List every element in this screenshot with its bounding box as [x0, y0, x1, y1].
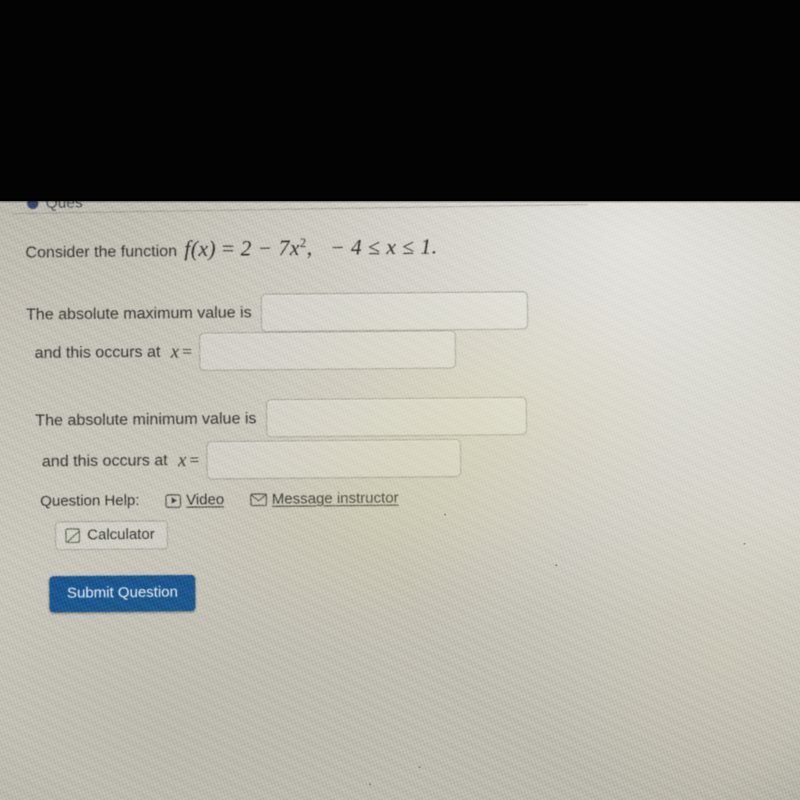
question-panel: Ques Consider the function f(x) = 2 − 7x… — [0, 187, 800, 800]
absolute-maximum-x-row: and this occurs at x = — [34, 330, 457, 372]
envelope-icon — [250, 493, 267, 507]
prompt-text: Consider the function — [25, 242, 178, 262]
absolute-maximum-row: The absolute maximum value is — [25, 291, 529, 334]
message-instructor-label: Message instructor — [271, 490, 399, 508]
video-help-label: Video — [186, 491, 225, 509]
absolute-maximum-x-input[interactable] — [199, 330, 457, 371]
video-help-link[interactable]: Video — [165, 492, 224, 509]
function-equation: f(x) = 2 − 7x2, − 4 ≤ x ≤ 1. — [184, 234, 437, 262]
absolute-minimum-x-row: and this occurs at x = — [41, 438, 462, 481]
absolute-minimum-x-input[interactable] — [206, 438, 462, 480]
dust-speck — [368, 783, 372, 786]
absolute-minimum-input[interactable] — [265, 396, 527, 438]
equals-sign-min: = — [189, 450, 200, 470]
equals-sign-max: = — [182, 341, 193, 362]
dust-speck — [743, 542, 746, 545]
equation-comma: , — [306, 235, 313, 261]
top-bezel-band — [0, 0, 800, 203]
question-prompt: Consider the function f(x) = 2 − 7x2, − … — [25, 234, 437, 264]
submit-question-button[interactable]: Submit Question — [49, 574, 196, 613]
equation-expression: 2 − 7x — [240, 235, 301, 261]
question-help-row: Question Help: Video Message instructor — [40, 490, 399, 510]
screen-surface: Ques Consider the function f(x) = 2 − 7x… — [0, 187, 800, 800]
dust-speck — [555, 564, 558, 567]
equation-domain: − 4 ≤ x ≤ 1. — [329, 234, 438, 260]
dust-speck — [418, 766, 421, 769]
absolute-maximum-input[interactable] — [260, 291, 529, 333]
absolute-minimum-x-label: and this occurs at — [41, 451, 168, 471]
equation-fx: f(x) — [184, 236, 217, 262]
header-divider — [12, 203, 589, 215]
dust-speck — [444, 513, 447, 516]
calculator-icon — [65, 528, 80, 544]
calculator-button[interactable]: Calculator — [54, 520, 169, 551]
question-help-label: Question Help: — [40, 492, 140, 511]
absolute-maximum-label: The absolute maximum value is — [25, 303, 252, 324]
equation-equals: = — [221, 236, 235, 262]
calculator-button-label: Calculator — [87, 526, 155, 544]
variable-x-label: x — [170, 341, 180, 362]
absolute-maximum-x-label: and this occurs at — [34, 342, 161, 362]
absolute-minimum-label: The absolute minimum value is — [35, 409, 257, 429]
photographed-screen: Ques Consider the function f(x) = 2 − 7x… — [0, 0, 800, 800]
absolute-minimum-row: The absolute minimum value is — [35, 396, 527, 440]
variable-x-label-min: x — [177, 449, 187, 471]
message-instructor-link[interactable]: Message instructor — [250, 490, 399, 508]
video-icon — [165, 493, 181, 508]
